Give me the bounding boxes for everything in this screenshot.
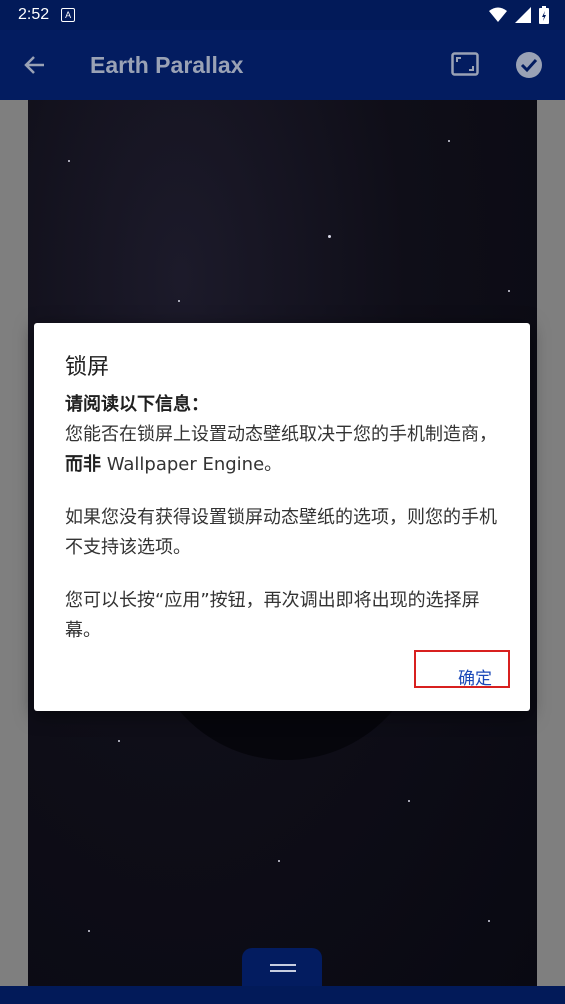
star [178,300,180,302]
dialog-text: 您能否在锁屏上设置动态壁纸取决于您的手机制造商， [65,424,497,445]
star [448,140,450,142]
star [278,860,280,862]
page-title: Earth Parallax [90,52,244,78]
preview-margin-left [0,100,28,986]
lockscreen-dialog: 锁屏 请阅读以下信息： 您能否在锁屏上设置动态壁纸取决于您的手机制造商， 而非 W… [34,323,530,711]
star [68,160,70,162]
apply-check-icon[interactable] [515,51,543,79]
star [488,920,490,922]
preview-margin-right [537,100,565,986]
ok-button[interactable]: 确定 [414,650,510,689]
fit-screen-icon[interactable] [451,52,479,76]
handle-line [270,964,296,966]
dialog-heading: 请阅读以下信息： [65,394,209,415]
star [88,930,90,932]
ok-button-label: 确定 [458,669,492,689]
dialog-text: Wallpaper Engine。 [101,454,283,475]
app-bar: Earth Parallax [0,30,565,100]
battery-icon [539,6,549,24]
star [408,800,410,802]
dialog-body: 请阅读以下信息： 您能否在锁屏上设置动态壁纸取决于您的手机制造商， 而非 Wall… [65,390,505,669]
status-icons [489,6,549,24]
dialog-paragraph: 如果您没有获得设置锁屏动态壁纸的选项，则您的手机不支持该选项。 [65,507,497,558]
back-arrow-icon[interactable] [22,52,48,78]
star [508,290,510,292]
status-bar: 2:52 A [0,0,565,30]
wifi-icon [489,7,507,22]
star [118,740,120,742]
dialog-paragraph: 您可以长按“应用”按钮，再次调出即将出现的选择屏幕。 [65,590,480,641]
status-time: 2:52 [18,6,50,23]
star [328,235,331,238]
navigation-bar [0,986,565,1004]
drawer-handle[interactable] [242,948,322,986]
signal-icon [515,7,531,23]
dialog-text-bold: 而非 [65,454,101,475]
dialog-title: 锁屏 [65,355,110,380]
handle-line [270,970,296,972]
notification-icon: A [61,8,76,22]
